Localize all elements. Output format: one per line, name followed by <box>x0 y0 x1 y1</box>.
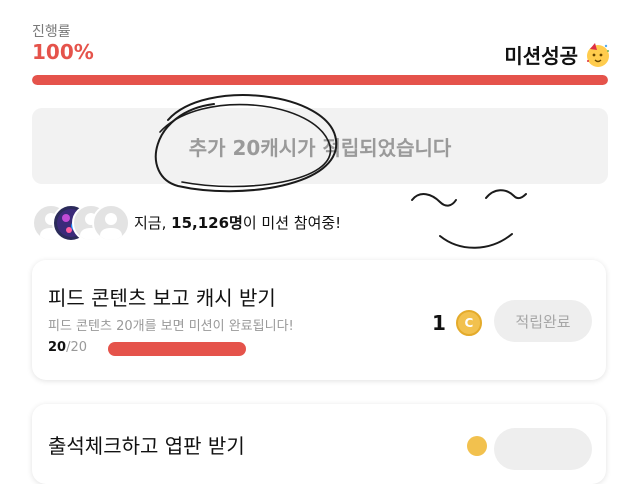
avatar-group <box>32 204 130 242</box>
cash-coin-icon: C <box>455 310 482 336</box>
mission-progress-current: 20 <box>48 340 67 355</box>
progress-percent: 100% <box>32 40 94 64</box>
mission-action-button[interactable] <box>494 428 592 470</box>
progress-bar <box>32 75 608 85</box>
mission-card: 피드 콘텐츠 보고 캐시 받기 피드 콘텐츠 20개를 보면 미션이 완료됩니다… <box>32 260 606 380</box>
mission-title: 피드 콘텐츠 보고 캐시 받기 <box>48 286 276 310</box>
participants-row: 지금, 15,126명이 미션 참여중! <box>32 204 341 242</box>
participants-suffix: 이 미션 참여중! <box>242 213 342 232</box>
bonus-text: 추가 20캐시가 적립되었습니다 <box>188 135 452 160</box>
progress-bar-fill <box>32 75 608 85</box>
participants-count: 15,126명 <box>171 213 243 232</box>
participants-text: 지금, 15,126명이 미션 참여중! <box>134 212 341 233</box>
reward-amount: 1 <box>432 311 446 335</box>
party-face-icon <box>587 42 609 67</box>
cash-coin-icon <box>467 436 487 456</box>
bonus-banner: 추가 20캐시가 적립되었습니다 <box>32 108 608 184</box>
mission-card: 출석체크하고 엽판 받기 <box>32 404 606 484</box>
avatar <box>92 204 130 242</box>
mission-progress-bar <box>108 342 246 356</box>
progress-label: 진행률 <box>32 24 71 40</box>
mission-reward: 1 C <box>432 310 482 336</box>
mission-status-text: 미션성공 <box>504 44 578 68</box>
mission-title: 출석체크하고 엽판 받기 <box>48 434 245 458</box>
mission-progress-count: 20/20 <box>48 340 87 355</box>
mission-progress-total: /20 <box>66 340 88 355</box>
participants-prefix: 지금, <box>134 213 172 232</box>
mission-status: 미션성공 <box>504 40 612 69</box>
complete-button[interactable]: 적립완료 <box>494 300 592 342</box>
mission-description: 피드 콘텐츠 20개를 보면 미션이 완료됩니다! <box>48 319 294 334</box>
